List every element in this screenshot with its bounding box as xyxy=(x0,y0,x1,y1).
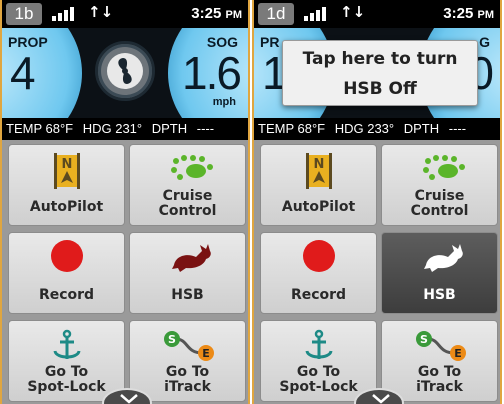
itrack-label: Go To iTrack xyxy=(130,365,245,395)
autopilot-button[interactable]: N AutoPilot xyxy=(260,144,377,226)
record-icon xyxy=(51,240,83,272)
depth-label: DPTH xyxy=(151,121,188,136)
hsb-off-popup[interactable]: Tap here to turn HSB Off xyxy=(282,40,478,106)
heading: HDG 233° xyxy=(334,121,395,136)
itrack-line2: iTrack xyxy=(416,379,463,395)
track-icon: S E xyxy=(382,329,497,363)
screen-1d: 1d ↑↓ 3:25 PM PR 1 G 0 Tap here to turn … xyxy=(252,0,502,404)
depth-label: DPTH xyxy=(403,121,440,136)
status-bar: 1d ↑↓ 3:25 PM xyxy=(254,0,500,28)
clock-ampm: PM xyxy=(225,9,243,21)
propeller-mode-button[interactable] xyxy=(95,41,155,101)
spot-lock-label: Go To Spot-Lock xyxy=(9,365,124,395)
cruise-control-button[interactable]: Cruise Control xyxy=(381,144,498,226)
data-transfer-icon: ↑↓ xyxy=(88,3,114,21)
autopilot-icon: N xyxy=(261,153,376,189)
water-temp: TEMP 68°F xyxy=(258,121,326,136)
tile-grid: N AutoPilot Cruise Control Record HSB Go… xyxy=(2,140,248,404)
heading: HDG 231° xyxy=(82,121,143,136)
spot-lock-line1: Go To xyxy=(296,364,341,380)
itrack-line1: Go To xyxy=(165,364,210,380)
cruise-control-line2: Control xyxy=(410,203,469,219)
gauge-panel: PROP 4 SOG 1.6 mph xyxy=(2,28,248,118)
record-label: Record xyxy=(290,287,347,303)
clock: 3:25 PM xyxy=(443,5,494,22)
hsb-button[interactable]: HSB xyxy=(129,232,246,314)
spot-lock-line1: Go To xyxy=(44,364,89,380)
sog-unit: mph xyxy=(212,96,236,108)
svg-text:E: E xyxy=(202,347,210,360)
anchor-icon xyxy=(9,329,124,363)
itrack-line2: iTrack xyxy=(164,379,211,395)
data-transfer-icon: ↑↓ xyxy=(340,3,366,21)
autopilot-icon: N xyxy=(9,153,124,189)
depth-value: ---- xyxy=(196,121,215,136)
spot-lock-button[interactable]: Go To Spot-Lock xyxy=(260,320,377,402)
hsb-label: HSB xyxy=(171,287,204,303)
depth-value: ---- xyxy=(448,121,467,136)
autopilot-label: AutoPilot xyxy=(281,199,356,215)
svg-text:S: S xyxy=(168,333,176,346)
sog-value: 1.6 xyxy=(182,47,242,99)
hsb-button[interactable]: HSB xyxy=(381,232,498,314)
signal-icon xyxy=(52,7,74,21)
clock-time: 3:25 xyxy=(443,5,474,22)
chevron-down-icon xyxy=(120,394,138,404)
status-bar: 1b ↑↓ 3:25 PM xyxy=(2,0,248,28)
itrack-label: Go To iTrack xyxy=(382,365,497,395)
cruise-control-label: Cruise Control xyxy=(130,189,245,219)
svg-text:N: N xyxy=(314,157,325,172)
signal-icon xyxy=(304,7,326,21)
info-strip: TEMP 68°F HDG 233° DPTH ---- xyxy=(254,118,500,140)
svg-text:E: E xyxy=(454,347,462,360)
svg-text:S: S xyxy=(420,333,428,346)
cruise-control-line1: Cruise xyxy=(162,188,213,204)
cruise-control-icon xyxy=(382,153,497,187)
autopilot-label: AutoPilot xyxy=(29,199,104,215)
clock-time: 3:25 xyxy=(191,5,222,22)
clock-ampm: PM xyxy=(477,9,495,21)
autopilot-button[interactable]: N AutoPilot xyxy=(8,144,125,226)
screen-id-badge: 1b xyxy=(6,3,42,25)
screen-1b: 1b ↑↓ 3:25 PM PROP 4 SOG 1.6 mph TEMP 68… xyxy=(0,0,250,404)
itrack-line1: Go To xyxy=(417,364,462,380)
track-icon: S E xyxy=(130,329,245,363)
water-temp: TEMP 68°F xyxy=(6,121,74,136)
cruise-control-button[interactable]: Cruise Control xyxy=(129,144,246,226)
record-button[interactable]: Record xyxy=(260,232,377,314)
popup-line2: HSB Off xyxy=(343,79,417,99)
rabbit-icon xyxy=(382,241,497,275)
svg-text:N: N xyxy=(62,157,73,172)
itrack-button[interactable]: S E Go To iTrack xyxy=(129,320,246,402)
tile-grid: N AutoPilot Cruise Control Record HSB Go… xyxy=(254,140,500,404)
spot-lock-button[interactable]: Go To Spot-Lock xyxy=(8,320,125,402)
rabbit-icon xyxy=(130,241,245,275)
chevron-down-icon xyxy=(372,394,390,404)
hsb-label: HSB xyxy=(423,287,456,303)
prop-value: 4 xyxy=(10,47,36,99)
cruise-control-label: Cruise Control xyxy=(382,189,497,219)
record-button[interactable]: Record xyxy=(8,232,125,314)
cruise-control-icon xyxy=(130,153,245,187)
popup-line1: Tap here to turn xyxy=(302,49,458,69)
propeller-icon xyxy=(107,53,143,89)
anchor-icon xyxy=(261,329,376,363)
info-strip: TEMP 68°F HDG 231° DPTH ---- xyxy=(2,118,248,140)
spot-lock-label: Go To Spot-Lock xyxy=(261,365,376,395)
record-icon xyxy=(303,240,335,272)
record-label: Record xyxy=(38,287,95,303)
cruise-control-line1: Cruise xyxy=(414,188,465,204)
cruise-control-line2: Control xyxy=(158,203,217,219)
itrack-button[interactable]: S E Go To iTrack xyxy=(381,320,498,402)
screen-id-badge: 1d xyxy=(258,3,294,25)
clock: 3:25 PM xyxy=(191,5,242,22)
